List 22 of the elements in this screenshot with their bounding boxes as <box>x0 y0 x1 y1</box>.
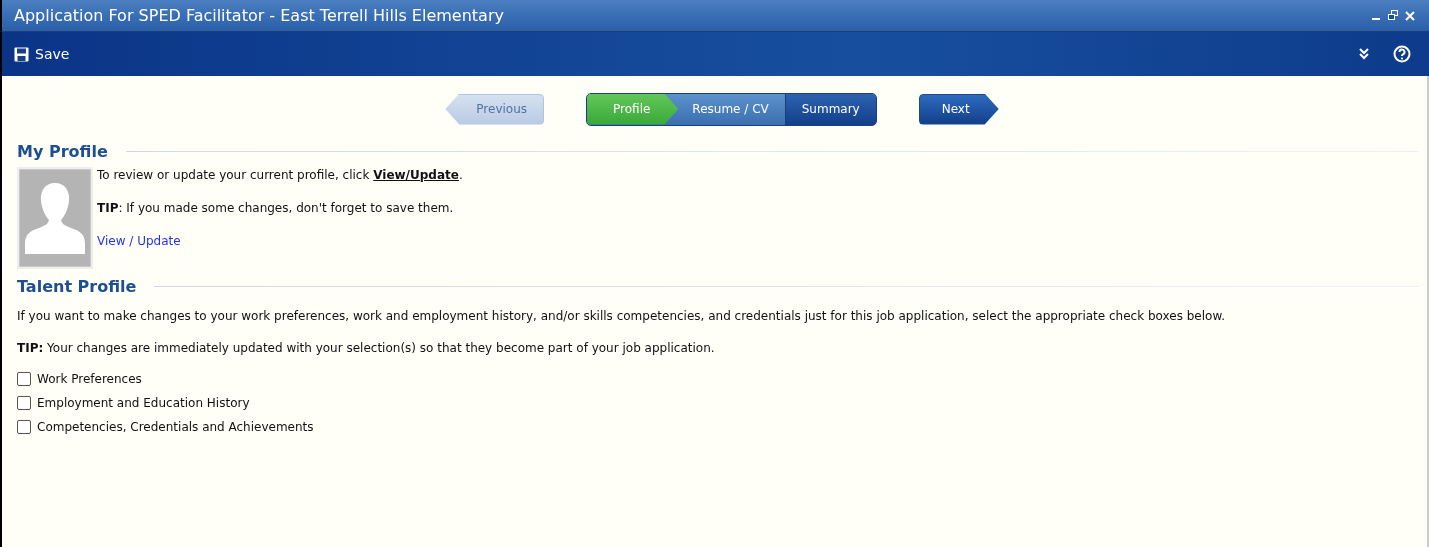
double-chevron-icon[interactable] <box>1359 47 1369 61</box>
restore-icon[interactable] <box>1387 10 1399 21</box>
checkbox-label: Competencies, Credentials and Achievements <box>37 420 314 434</box>
section-heading: My Profile <box>17 142 108 161</box>
tip-text: TIP: If you made some changes, don't forget to save them. <box>97 200 455 216</box>
checkbox[interactable] <box>17 396 31 410</box>
next-button[interactable]: Next <box>918 93 999 125</box>
checkbox[interactable] <box>17 420 31 434</box>
section-heading: Talent Profile <box>17 277 137 296</box>
checkbox-label: Work Preferences <box>37 372 142 386</box>
wizard-step[interactable]: Summary <box>784 93 876 125</box>
tip-text: TIP: Your changes are immediately updated with your selection(s) so that they become part of your job application. <box>17 340 716 356</box>
view-update-link[interactable]: View / Update <box>97 233 463 249</box>
instruction-text: To review or update your current profile, click View/Update. <box>97 167 463 183</box>
window-title: Application For SPED Facilitator - East Terrell Hills Elementary <box>14 6 504 25</box>
close-icon[interactable] <box>1405 10 1415 21</box>
save-button[interactable]: Save <box>14 44 70 64</box>
view-update-link[interactable]: View/Update <box>373 168 459 182</box>
help-icon[interactable] <box>1393 45 1411 63</box>
checkbox-label: Employment and Education History <box>37 396 250 410</box>
description-text: If you want to make changes to your work preferences, work and employment history, and/or skills competencies, and credentials just for this job application, select the appropriate check boxes below. <box>17 308 1226 324</box>
checkbox[interactable] <box>17 372 31 386</box>
